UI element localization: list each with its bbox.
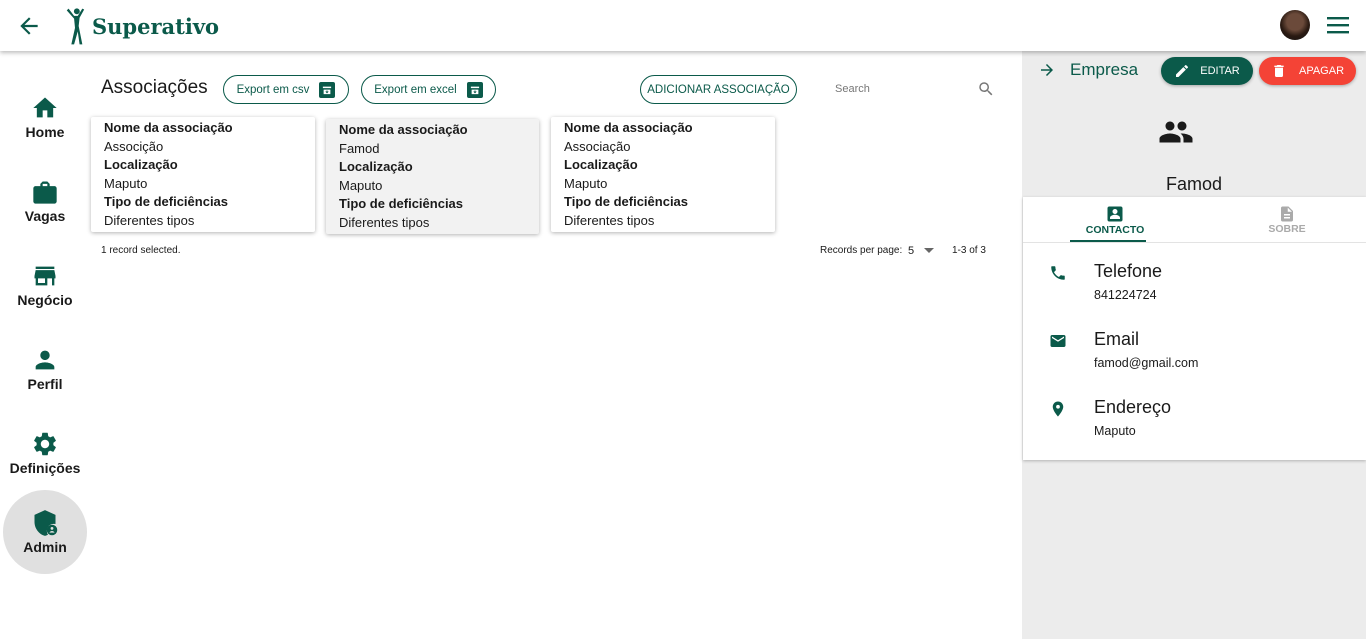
contact-title: Telefone [1094,261,1163,281]
arrow-right-icon [1041,64,1053,76]
entity-name: Famod [1165,174,1223,194]
type-label: Tipo de deficiências [104,194,229,209]
sidebar-item-label: Definições [9,460,81,476]
search-button[interactable] [977,80,995,98]
type-value: Diferentes tipos [564,212,655,228]
sidebar-item-label: Vagas [24,208,66,224]
search-input[interactable]: Search [835,83,870,95]
tab-label: SOBRE [1268,222,1306,235]
app-logo[interactable]: Superativo [64,4,219,48]
contact-title: Endereço [1094,397,1172,417]
trash-icon [1274,65,1284,77]
tab-sobre[interactable]: SOBRE [1201,197,1366,242]
detail-panel: Empresa EDITAR APAGAR Famod CONTACTO SOB… [1022,51,1366,639]
briefcase-icon [33,181,57,204]
type-label: Tipo de deficiências [564,194,689,209]
sidebar-item-label: Admin [23,539,67,555]
name-label: Nome da associação [339,122,468,137]
location-value: Maputo [564,175,608,191]
search-icon [979,82,993,96]
type-value: Diferentes tipos [104,212,195,228]
top-app-bar: Superativo [0,0,1366,51]
contact-title: Email [1094,329,1140,349]
name-label: Nome da associação [564,120,693,135]
location-label: Localização [564,157,638,172]
pagination-range: 1-3 of 3 [952,245,986,256]
people-icon [1159,121,1193,143]
company-link-label: Empresa [1070,60,1139,79]
contact-card-icon [1107,206,1123,221]
type-label: Tipo de deficiências [339,196,464,211]
location-value: Maputo [339,177,383,193]
association-card[interactable]: Nome da associação Associação Localizaçã… [551,117,775,232]
records-per-page-value: 5 [908,245,915,257]
sidebar-item-label: Home [25,124,65,140]
contact-value: Maputo [1094,424,1136,438]
edit-label: EDITAR [1200,65,1240,77]
page-title: Associações [101,77,208,98]
location-label: Localização [339,159,413,174]
export-excel-button[interactable]: Export em excel [361,75,496,104]
dropdown-arrow-icon [924,248,935,253]
delete-button[interactable]: APAGAR [1259,57,1356,85]
sidebar-item-home[interactable]: Home [3,75,87,159]
pencil-icon [1176,64,1189,77]
sidebar-item-perfil[interactable]: Perfil [3,327,87,411]
sidebar-item-admin[interactable]: Admin [3,490,87,574]
name-value: Associção [104,138,164,154]
tab-label: CONTACTO [1085,223,1145,236]
export-excel-label: Export em excel [374,83,457,96]
export-csv-button[interactable]: Export em csv [223,75,349,104]
person-icon [35,350,55,370]
location-label: Localização [104,157,178,172]
sidebar-item-negocio[interactable]: Negócio [3,243,87,327]
archive-icon [466,81,483,98]
export-csv-label: Export em csv [236,83,310,96]
store-icon [34,266,56,286]
gear-icon [34,432,56,456]
edit-button[interactable]: EDITAR [1161,57,1253,85]
menu-button[interactable] [1326,14,1350,36]
type-value: Diferentes tipos [339,214,430,230]
phone-icon [1051,266,1065,280]
detail-card: CONTACTO SOBRE Telefone 841224724 Email … [1023,197,1366,460]
main-content: Associações Export em csv Export em exce… [90,51,1022,639]
sidebar-item-label: Perfil [27,376,63,392]
records-per-page-select[interactable]: 5 [908,245,935,257]
association-card[interactable]: Nome da associação Famod Localização Map… [326,119,539,234]
name-value: Famod [339,140,380,156]
mail-icon [1050,335,1066,347]
user-avatar[interactable] [1280,10,1310,40]
arrow-left-icon [20,17,38,35]
records-per-page-label: Records per page: [820,245,903,256]
location-value: Maputo [104,175,148,191]
document-icon [1281,206,1293,221]
contact-value: famod@gmail.com [1094,356,1199,370]
admin-shield-icon [34,510,58,536]
app-name: Superativo [92,13,220,39]
sidebar-nav: Home Vagas Negócio Perfil Definições Adm… [0,51,90,639]
location-pin-icon [1052,401,1064,417]
delete-label: APAGAR [1298,65,1345,77]
sidebar-item-definicoes[interactable]: Definições [3,411,87,495]
add-association-label: ADICIONAR ASSOCIAÇÃO [647,83,790,96]
archive-icon [319,81,336,98]
company-link[interactable]: Empresa [1038,60,1138,80]
name-label: Nome da associação [104,120,233,135]
logo-figure-icon [66,8,85,45]
name-value: Associação [564,138,631,154]
add-association-button[interactable]: ADICIONAR ASSOCIAÇÃO [640,75,797,104]
back-button[interactable] [16,13,42,39]
contact-value: 841224724 [1094,288,1157,302]
selection-status: 1 record selected. [101,245,181,256]
home-icon [33,97,57,118]
hamburger-menu-icon [1327,17,1349,34]
sidebar-item-vagas[interactable]: Vagas [3,159,87,243]
tab-contacto[interactable]: CONTACTO [1029,197,1201,242]
tab-divider [1023,242,1366,243]
association-card[interactable]: Nome da associação Associção Localização… [91,117,315,232]
sidebar-item-label: Negócio [17,292,73,308]
